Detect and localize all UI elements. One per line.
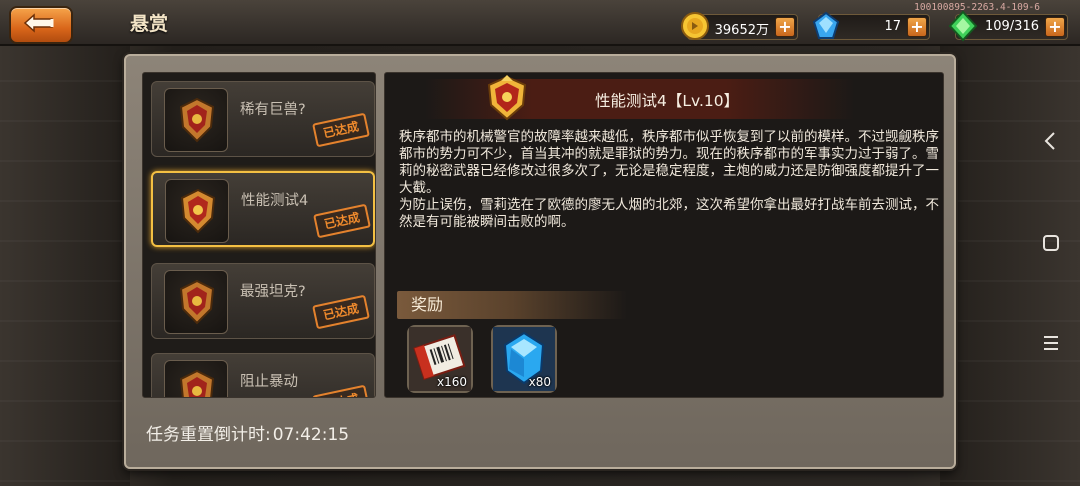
energy-value: 109/316	[984, 19, 1039, 34]
quest-name: 性能测试4	[241, 193, 309, 209]
android-nav-bar	[1020, 100, 1080, 380]
gold-resource: 39652万 +	[681, 12, 798, 40]
quest-item-strongest-tank[interactable]: 最强坦克? 已达成	[151, 263, 375, 339]
quest-item-performance-test[interactable]: 性能测试4 已达成	[151, 171, 375, 247]
emblem-icon	[164, 88, 228, 152]
emblem-icon	[164, 360, 228, 397]
emblem-shape	[179, 97, 215, 143]
back-button[interactable]	[9, 6, 73, 44]
reset-countdown: 任务重置倒计时: 07:42:15	[146, 420, 349, 445]
energy-resource: 109/316 +	[948, 10, 1068, 42]
completed-stamp: 已达成	[312, 384, 370, 397]
rank-badge-icon	[487, 75, 527, 121]
quest-list[interactable]: 稀有巨兽? 已达成 性能测试4 已达成 最强坦克? 已达成 阻止暴动	[142, 72, 376, 398]
completed-stamp: 已达成	[312, 112, 370, 148]
reward-quantity: x80	[528, 375, 551, 389]
nav-menu-icon[interactable]	[1040, 332, 1062, 354]
bounty-window: 稀有巨兽? 已达成 性能测试4 已达成 最强坦克? 已达成 阻止暴动 性能测试4…	[124, 54, 956, 469]
diamond-value: 17	[884, 19, 901, 34]
quest-description: 秩序都市的机械警官的故障率越来越低，秩序都市似乎恢复到了以前的模样。不过觊觎秩序…	[399, 129, 939, 231]
diamond-resource: 17 +	[812, 11, 930, 40]
quest-item-rare-beast[interactable]: 稀有巨兽? 已达成	[151, 81, 375, 157]
build-info: 100100895-2263.4-109-6	[914, 2, 1040, 13]
nav-home-icon[interactable]	[1040, 232, 1062, 254]
quest-name: 最强坦克?	[240, 284, 306, 300]
gold-coin-icon	[681, 12, 709, 40]
emblem-icon	[164, 270, 228, 334]
reward-label: 奖励	[397, 291, 627, 319]
countdown-time: 07:42:15	[272, 425, 350, 445]
green-gem-icon	[948, 10, 978, 42]
reward-item-ticket[interactable]: x160	[407, 325, 473, 393]
add-energy-button[interactable]: +	[1045, 17, 1065, 37]
reward-quantity: x160	[436, 375, 467, 389]
gold-value: 39652万	[714, 23, 769, 38]
quest-description-text: 秩序都市的机械警官的故障率越来越低，秩序都市似乎恢复到了以前的模样。不过觊觎秩序…	[399, 129, 939, 230]
nav-back-icon[interactable]	[1040, 130, 1062, 152]
quest-detail-panel: 性能测试4【Lv.10】 秩序都市的机械警官的故障率越来越低，秩序都市似乎恢复到…	[384, 72, 944, 398]
countdown-label: 任务重置倒计时:	[146, 425, 271, 445]
quest-name: 阻止暴动	[240, 374, 298, 390]
add-diamond-button[interactable]: +	[907, 17, 927, 37]
quest-item-stop-riot[interactable]: 阻止暴动 已达成	[151, 353, 375, 397]
add-gold-button[interactable]: +	[775, 17, 795, 37]
emblem-icon	[165, 179, 229, 243]
back-arrow-icon	[23, 13, 54, 33]
blue-diamond-icon	[812, 11, 840, 39]
top-bar: 悬赏 39652万 + 17 + 109/316 + 100100895-226…	[0, 0, 1080, 46]
reward-item-crystal[interactable]: x80	[491, 325, 557, 393]
quest-name: 稀有巨兽?	[240, 102, 306, 118]
completed-stamp: 已达成	[313, 203, 371, 239]
page-title: 悬赏	[130, 13, 169, 35]
completed-stamp: 已达成	[312, 294, 370, 330]
detail-header: 性能测试4【Lv.10】	[425, 75, 855, 121]
quest-title: 性能测试4【Lv.10】	[595, 92, 740, 110]
